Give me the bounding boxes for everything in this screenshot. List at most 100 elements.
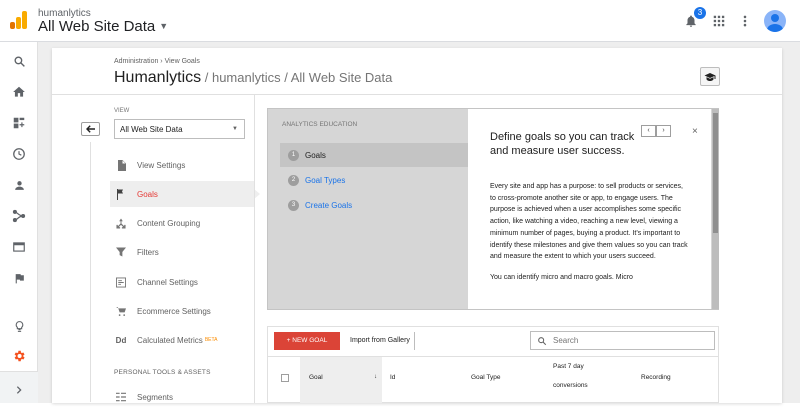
nav-label: Filters: [137, 247, 159, 257]
search-box[interactable]: Search: [530, 331, 715, 350]
nav-item-filters[interactable]: Filters: [110, 239, 254, 265]
apps-grid-icon[interactable]: [712, 14, 726, 28]
pager-next-button[interactable]: ›: [656, 125, 671, 137]
flag-icon: [116, 188, 126, 200]
new-goal-button[interactable]: + NEW GOAL: [274, 332, 340, 350]
dropdown-caret-icon: ▼: [232, 126, 238, 132]
admin-gear-icon[interactable]: [11, 348, 27, 364]
column-label-past7-line2[interactable]: conversions: [553, 382, 588, 389]
column-label-id[interactable]: Id: [390, 374, 395, 381]
behavior-icon[interactable]: [11, 239, 27, 255]
education-pager: ‹ ›: [641, 125, 671, 137]
property-view-picker[interactable]: All Web Site Data ▼: [38, 18, 168, 35]
left-rail: [0, 42, 38, 403]
education-heading: ANALYTICS EDUCATION: [282, 121, 358, 128]
bell-icon[interactable]: 3: [684, 7, 706, 28]
step-label: Goal Types: [305, 175, 346, 185]
property-view-label: All Web Site Data: [38, 18, 156, 35]
notification-badge: 3: [694, 7, 706, 19]
analytics-education-panel: ANALYTICS EDUCATION 1 Goals 2 Goal Types…: [267, 108, 719, 310]
nav-item-channel-settings[interactable]: Channel Settings: [110, 269, 254, 295]
nav-label: View Settings: [137, 160, 186, 170]
avatar[interactable]: [764, 10, 786, 32]
nav-label: Goals: [137, 189, 158, 199]
page-title-main: Humanlytics: [114, 69, 202, 86]
home-icon[interactable]: [11, 84, 27, 100]
document-icon: [116, 159, 126, 171]
top-bar: humanlytics All Web Site Data ▼ 3: [0, 0, 800, 42]
view-select[interactable]: All Web Site Data ▼: [114, 119, 245, 139]
education-scroll-thumb[interactable]: [713, 113, 718, 233]
header-divider: [52, 94, 782, 95]
dd-icon: Dd: [115, 335, 127, 345]
section-label-personal-tools: PERSONAL TOOLS & ASSETS: [114, 369, 211, 376]
rail-expand[interactable]: [0, 371, 38, 403]
column-label-goal: Goal: [309, 374, 323, 381]
search-icon: [538, 336, 547, 345]
search-icon[interactable]: [11, 53, 27, 69]
filter-icon: [116, 247, 126, 257]
page-title-path: / humanlytics / All Web Site Data: [201, 70, 393, 85]
step-number: 3: [288, 199, 299, 211]
nav-item-ecommerce-settings[interactable]: Ecommerce Settings: [110, 298, 254, 324]
education-title: Define goals so you can track and measur…: [490, 131, 635, 157]
step-number: 1: [288, 149, 299, 161]
page-title: Humanlytics / humanlytics / All Web Site…: [114, 69, 392, 87]
education-step-create-goals[interactable]: 3 Create Goals: [280, 193, 470, 217]
grouping-icon: [116, 218, 126, 228]
nav-label: Segments: [137, 392, 174, 402]
nav-item-content-grouping[interactable]: Content Grouping: [110, 210, 254, 236]
view-label: VIEW: [114, 108, 130, 114]
step-label: Create Goals: [305, 200, 353, 210]
education-paragraph: Every site and app has a purpose: to sel…: [490, 183, 688, 261]
nav-item-view-settings[interactable]: View Settings: [110, 152, 254, 178]
step-label: Goals: [305, 150, 326, 160]
step-number: 2: [288, 174, 299, 186]
nav-item-calculated-metrics[interactable]: Dd Calculated Metrics BETA: [110, 327, 254, 353]
nav-label: Ecommerce Settings: [137, 306, 211, 316]
education-hat-button[interactable]: [700, 67, 720, 86]
column-label-goal-type[interactable]: Goal Type: [471, 374, 501, 381]
nav-label: Content Grouping: [137, 218, 201, 228]
column-label-recording[interactable]: Recording: [641, 374, 671, 381]
sidebar-divider: [254, 95, 255, 403]
import-from-gallery-button[interactable]: Import from Gallery: [350, 332, 415, 350]
analytics-logo[interactable]: [10, 11, 28, 29]
select-all-checkbox[interactable]: [281, 374, 289, 382]
sort-arrow-icon: ↓: [374, 374, 377, 380]
beta-badge: BETA: [204, 337, 218, 343]
discover-bulb-icon[interactable]: [11, 318, 27, 334]
pager-prev-button[interactable]: ‹: [641, 125, 656, 137]
graduation-cap-icon: [704, 72, 716, 81]
audience-person-icon[interactable]: [11, 177, 27, 193]
education-paragraph: You can identify micro and macro goals. …: [490, 273, 633, 281]
nav-label: Channel Settings: [137, 277, 198, 287]
table-header: Goal ↓ Id Goal Type Past 7 day conversio…: [268, 356, 718, 403]
nav-label: Calculated Metrics: [137, 335, 203, 345]
realtime-clock-icon[interactable]: [11, 146, 27, 162]
acquisition-icon[interactable]: [11, 208, 27, 224]
cart-icon: [116, 306, 126, 316]
customization-icon[interactable]: [11, 115, 27, 131]
nav-item-goals[interactable]: Goals: [110, 181, 260, 207]
back-button[interactable]: [81, 122, 100, 136]
channel-icon: [116, 277, 126, 287]
dropdown-caret-icon: ▼: [159, 21, 169, 31]
admin-card: Administration › View Goals Humanlytics …: [52, 48, 782, 403]
search-input[interactable]: Search: [553, 336, 578, 345]
education-step-goal-types[interactable]: 2 Goal Types: [280, 168, 470, 192]
goal-column-header[interactable]: Goal ↓: [300, 357, 382, 403]
conversions-flag-icon[interactable]: [11, 270, 27, 286]
education-content: Define goals so you can track and measur…: [468, 109, 711, 309]
close-icon[interactable]: ×: [692, 126, 698, 137]
education-step-goals[interactable]: 1 Goals: [280, 143, 479, 167]
back-arrow-icon: [85, 125, 95, 133]
goals-table: + NEW GOAL Import from Gallery Search Go…: [267, 326, 719, 403]
nav-item-segments[interactable]: Segments: [110, 384, 254, 410]
back-rail-line: [90, 142, 91, 402]
more-vert-icon[interactable]: [740, 14, 750, 28]
breadcrumb[interactable]: Administration › View Goals: [114, 58, 200, 65]
expand-chevron-icon[interactable]: [14, 382, 24, 400]
view-select-value: All Web Site Data: [120, 125, 183, 134]
column-label-past7-line1[interactable]: Past 7 day: [553, 363, 584, 370]
